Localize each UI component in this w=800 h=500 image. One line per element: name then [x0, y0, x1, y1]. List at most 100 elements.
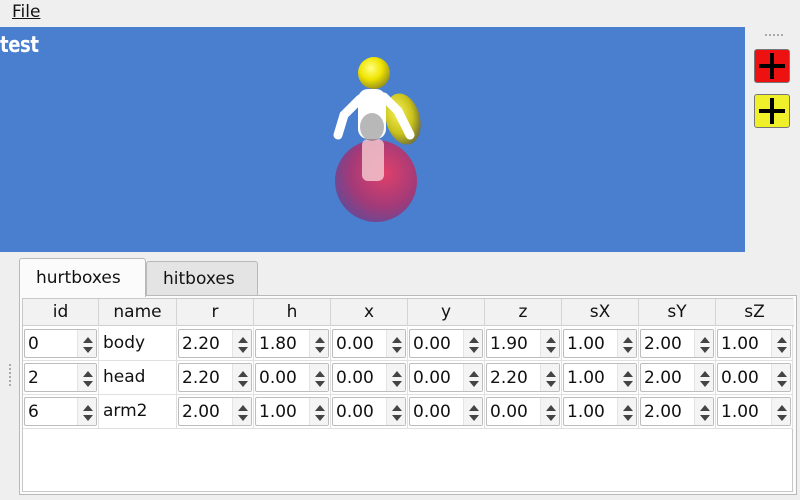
splitter-handle[interactable] — [9, 364, 13, 386]
add-hitbox-button[interactable] — [754, 94, 790, 128]
spin-up-icon[interactable] — [469, 337, 479, 343]
spin-down-icon[interactable] — [238, 381, 248, 387]
spin-down-icon[interactable] — [546, 415, 556, 421]
spin-up-icon[interactable] — [777, 371, 787, 377]
spin-up-icon[interactable] — [83, 337, 93, 343]
sy-spinbox[interactable]: 2.00 — [640, 397, 714, 426]
h-spinbox[interactable]: 1.00 — [255, 397, 329, 426]
x-spinbox[interactable]: 0.00 — [332, 329, 406, 358]
z-spinbox[interactable]: 0.00 — [486, 397, 560, 426]
spin-up-icon[interactable] — [238, 337, 248, 343]
toolbar-grip[interactable] — [765, 34, 783, 38]
spin-up-icon[interactable] — [700, 337, 710, 343]
col-header-sz[interactable]: sZ — [716, 299, 793, 326]
spin-down-icon[interactable] — [623, 381, 633, 387]
spin-up-icon[interactable] — [546, 405, 556, 411]
spin-up-icon[interactable] — [546, 337, 556, 343]
spin-up-icon[interactable] — [238, 371, 248, 377]
spin-down-icon[interactable] — [700, 415, 710, 421]
spin-down-icon[interactable] — [392, 347, 402, 353]
spin-up-icon[interactable] — [315, 405, 325, 411]
r-spinbox[interactable]: 2.20 — [178, 363, 252, 392]
col-header-y[interactable]: y — [408, 299, 485, 326]
sx-spinbox[interactable]: 1.00 — [563, 363, 637, 392]
spin-down-icon[interactable] — [83, 415, 93, 421]
col-header-name[interactable]: name — [99, 299, 177, 326]
add-hurtbox-button[interactable] — [754, 49, 790, 83]
spin-up-icon[interactable] — [623, 337, 633, 343]
spin-up-icon[interactable] — [315, 371, 325, 377]
spin-up-icon[interactable] — [392, 337, 402, 343]
r-spinbox[interactable]: 2.20 — [178, 329, 252, 358]
id-spinbox[interactable]: 2 — [24, 363, 97, 392]
spin-up-icon[interactable] — [546, 371, 556, 377]
h-spinbox[interactable]: 1.80 — [255, 329, 329, 358]
spin-down-icon[interactable] — [83, 347, 93, 353]
spin-up-icon[interactable] — [469, 405, 479, 411]
menu-file[interactable]: File — [12, 2, 40, 22]
spin-up-icon[interactable] — [777, 337, 787, 343]
spin-up-icon[interactable] — [315, 337, 325, 343]
spin-down-icon[interactable] — [315, 381, 325, 387]
spin-down-icon[interactable] — [546, 381, 556, 387]
spin-up-icon[interactable] — [83, 405, 93, 411]
spin-down-icon[interactable] — [315, 347, 325, 353]
id-spinbox[interactable]: 6 — [24, 397, 97, 426]
spin-down-icon[interactable] — [777, 347, 787, 353]
spin-up-icon[interactable] — [700, 371, 710, 377]
spin-down-icon[interactable] — [392, 381, 402, 387]
spin-up-icon[interactable] — [238, 405, 248, 411]
spin-up-icon[interactable] — [623, 371, 633, 377]
spin-down-icon[interactable] — [469, 415, 479, 421]
spin-down-icon[interactable] — [238, 415, 248, 421]
viewport-3d[interactable]: test — [0, 27, 745, 252]
col-header-h[interactable]: h — [254, 299, 331, 326]
spin-up-icon[interactable] — [777, 405, 787, 411]
cell-name[interactable]: body — [99, 327, 177, 361]
sy-spinbox[interactable]: 2.00 — [640, 363, 714, 392]
spin-down-icon[interactable] — [777, 381, 787, 387]
spin-down-icon[interactable] — [777, 415, 787, 421]
spin-down-icon[interactable] — [546, 347, 556, 353]
h-spinbox[interactable]: 0.00 — [255, 363, 329, 392]
sx-spinbox[interactable]: 1.00 — [563, 397, 637, 426]
spin-down-icon[interactable] — [83, 381, 93, 387]
x-spinbox[interactable]: 0.00 — [332, 363, 406, 392]
spin-down-icon[interactable] — [469, 381, 479, 387]
z-spinbox[interactable]: 1.90 — [486, 329, 560, 358]
col-header-id[interactable]: id — [23, 299, 99, 326]
z-spinbox[interactable]: 2.20 — [486, 363, 560, 392]
sx-spinbox[interactable]: 1.00 — [563, 329, 637, 358]
y-spinbox[interactable]: 0.00 — [409, 397, 483, 426]
tab-hurtboxes[interactable]: hurtboxes — [19, 258, 146, 297]
x-spinbox[interactable]: 0.00 — [332, 397, 406, 426]
spin-up-icon[interactable] — [623, 405, 633, 411]
col-header-sx[interactable]: sX — [562, 299, 639, 326]
cell-name[interactable]: arm2 — [99, 395, 177, 429]
col-header-r[interactable]: r — [177, 299, 254, 326]
spin-down-icon[interactable] — [623, 347, 633, 353]
spin-down-icon[interactable] — [469, 347, 479, 353]
spin-up-icon[interactable] — [392, 405, 402, 411]
spin-down-icon[interactable] — [700, 381, 710, 387]
sy-spinbox[interactable]: 2.00 — [640, 329, 714, 358]
id-spinbox[interactable]: 0 — [24, 329, 97, 358]
spin-up-icon[interactable] — [83, 371, 93, 377]
col-header-x[interactable]: x — [331, 299, 408, 326]
spin-down-icon[interactable] — [700, 347, 710, 353]
cell-name[interactable]: head — [99, 361, 177, 395]
sz-spinbox[interactable]: 0.00 — [717, 363, 791, 392]
spin-up-icon[interactable] — [700, 405, 710, 411]
col-header-z[interactable]: z — [485, 299, 562, 326]
sz-spinbox[interactable]: 1.00 — [717, 397, 791, 426]
spin-up-icon[interactable] — [469, 371, 479, 377]
r-spinbox[interactable]: 2.00 — [178, 397, 252, 426]
spin-down-icon[interactable] — [623, 415, 633, 421]
spin-down-icon[interactable] — [392, 415, 402, 421]
spin-down-icon[interactable] — [315, 415, 325, 421]
sz-spinbox[interactable]: 1.00 — [717, 329, 791, 358]
col-header-sy[interactable]: sY — [639, 299, 716, 326]
tab-hitboxes[interactable]: hitboxes — [146, 261, 258, 296]
y-spinbox[interactable]: 0.00 — [409, 329, 483, 358]
spin-down-icon[interactable] — [238, 347, 248, 353]
